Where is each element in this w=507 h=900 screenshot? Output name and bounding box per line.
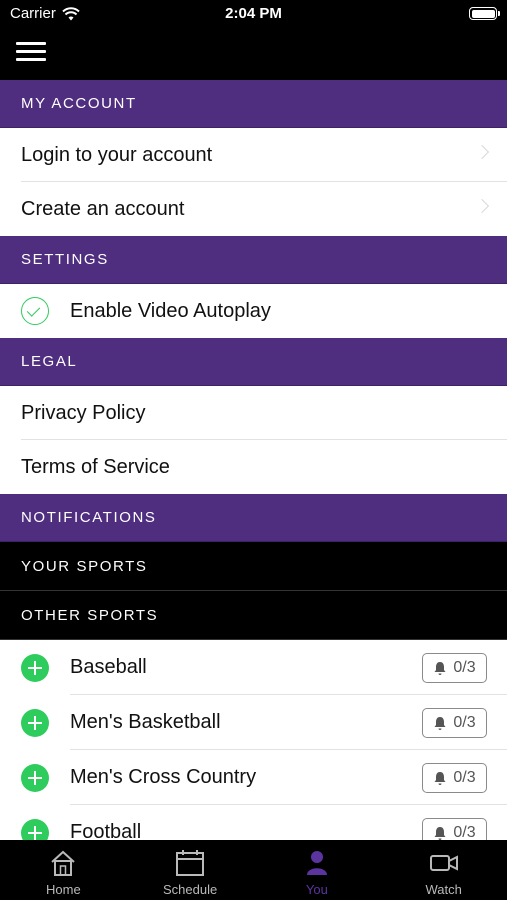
sport-row-mens-basketball[interactable]: Men's Basketball 0/3 — [0, 695, 507, 750]
status-bar: Carrier 2:04 PM — [0, 0, 507, 28]
section-header-your-sports: YOUR SPORTS — [0, 542, 507, 591]
chevron-right-icon — [474, 198, 490, 214]
settings-list: MY ACCOUNT Login to your account Create … — [0, 80, 507, 840]
bell-icon — [434, 716, 446, 730]
tab-label: Home — [46, 882, 81, 897]
notification-count-button[interactable]: 0/3 — [422, 763, 487, 793]
tab-home[interactable]: Home — [0, 840, 127, 900]
privacy-policy-label: Privacy Policy — [21, 401, 146, 424]
section-header-other-sports: OTHER SPORTS — [0, 591, 507, 640]
add-circle-icon[interactable] — [21, 818, 49, 840]
sport-name: Men's Basketball — [70, 711, 221, 733]
person-icon — [306, 851, 327, 875]
sport-name: Baseball — [70, 656, 147, 678]
section-header-legal: LEGAL — [0, 338, 507, 386]
login-label: Login to your account — [21, 143, 213, 166]
home-icon — [51, 850, 76, 876]
sport-row-football[interactable]: Football 0/3 — [0, 805, 507, 840]
notification-count-button[interactable]: 0/3 — [422, 818, 487, 840]
login-row[interactable]: Login to your account — [0, 128, 507, 182]
chevron-right-icon — [474, 144, 490, 160]
status-time: 2:04 PM — [225, 5, 282, 22]
tab-watch[interactable]: Watch — [380, 840, 507, 900]
sport-name: Men's Cross Country — [70, 766, 257, 788]
tab-bar: Home Schedule You Watch — [0, 840, 507, 900]
video-camera-icon — [429, 855, 458, 871]
section-header-settings: SETTINGS — [0, 236, 507, 284]
add-circle-icon[interactable] — [21, 763, 49, 792]
notification-count: 0/3 — [453, 714, 476, 731]
sport-row-baseball[interactable]: Baseball 0/3 — [0, 640, 507, 695]
create-account-row[interactable]: Create an account — [0, 182, 507, 236]
section-header-notifications: NOTIFICATIONS — [0, 494, 507, 542]
calendar-icon — [176, 850, 205, 876]
tab-label: Watch — [425, 882, 462, 897]
tab-you[interactable]: You — [254, 840, 381, 900]
sport-name: Football — [70, 821, 142, 840]
terms-of-service-label: Terms of Service — [21, 455, 170, 478]
bell-icon — [434, 661, 446, 675]
notification-count-button[interactable]: 0/3 — [422, 653, 487, 683]
video-autoplay-row[interactable]: Enable Video Autoplay — [0, 284, 507, 338]
nav-bar — [0, 28, 507, 80]
hamburger-menu-icon[interactable] — [16, 42, 46, 64]
tab-label: Schedule — [163, 882, 218, 897]
section-header-my-account: MY ACCOUNT — [0, 80, 507, 128]
privacy-policy-row[interactable]: Privacy Policy — [0, 386, 507, 440]
create-account-label: Create an account — [21, 197, 185, 220]
notification-count: 0/3 — [453, 824, 476, 840]
notification-count: 0/3 — [453, 769, 476, 786]
bell-icon — [434, 826, 446, 840]
video-autoplay-label: Enable Video Autoplay — [70, 299, 271, 322]
checkmark-circle-icon[interactable] — [21, 297, 49, 325]
notification-count: 0/3 — [453, 659, 476, 676]
bell-icon — [434, 771, 446, 785]
add-circle-icon[interactable] — [21, 708, 49, 737]
tab-label: You — [305, 882, 328, 897]
add-circle-icon[interactable] — [21, 653, 49, 682]
terms-of-service-row[interactable]: Terms of Service — [0, 440, 507, 494]
sport-row-mens-cross-country[interactable]: Men's Cross Country 0/3 — [0, 750, 507, 805]
notification-count-button[interactable]: 0/3 — [422, 708, 487, 738]
battery-icon — [469, 7, 500, 20]
tab-schedule[interactable]: Schedule — [127, 840, 254, 900]
